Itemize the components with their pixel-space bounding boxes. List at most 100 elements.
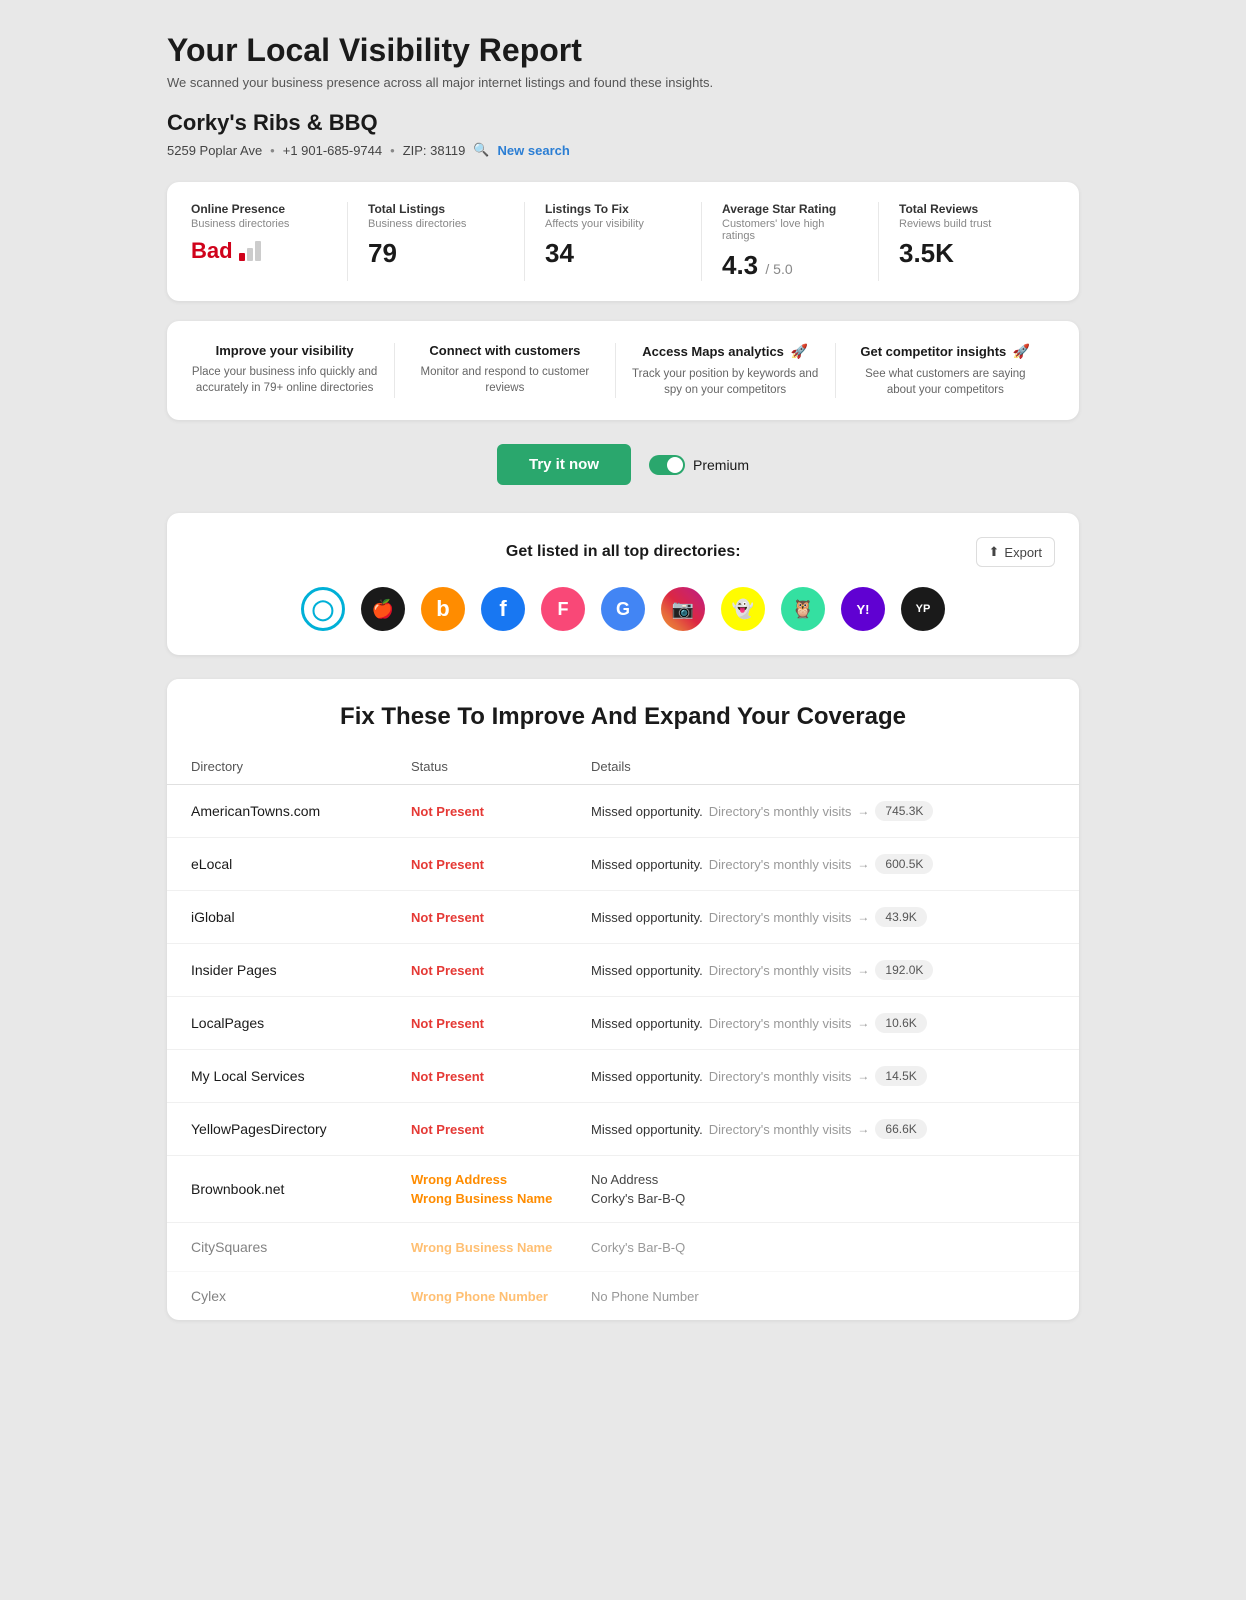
stat-value-listings: 79 <box>368 238 504 269</box>
stat-value-fix: 34 <box>545 238 681 269</box>
try-now-button[interactable]: Try it now <box>497 444 631 485</box>
table-row: CitySquaresWrong Business NameCorky's Ba… <box>167 1223 1079 1272</box>
detail-cell: Missed opportunity.Directory's monthly v… <box>591 1066 1055 1086</box>
visits-label: Directory's monthly visits <box>709 1122 852 1137</box>
stat-sublabel-fix: Affects your visibility <box>545 218 681 230</box>
arrow-icon: → <box>857 804 869 818</box>
stat-online-presence: Online Presence Business directories Bad <box>191 202 348 281</box>
dir-name: LocalPages <box>191 1015 411 1031</box>
stat-value-reviews: 3.5K <box>899 238 1035 269</box>
visits-badge: 43.9K <box>875 907 926 927</box>
stat-sublabel-rating: Customers' love high ratings <box>722 218 858 242</box>
dir-name: CitySquares <box>191 1239 411 1255</box>
export-button[interactable]: ⬆ Export <box>976 537 1055 567</box>
feature-customers: Connect with customers Monitor and respo… <box>395 343 615 398</box>
dot-separator-2: • <box>390 143 395 158</box>
table-row: Insider PagesNot PresentMissed opportuni… <box>167 944 1079 997</box>
dir-icon-yahoo[interactable]: Y! <box>841 587 885 631</box>
missed-label: Missed opportunity. <box>591 804 703 819</box>
status-badge: Not Present <box>411 910 591 925</box>
dir-icon-instagram[interactable]: 📷 <box>661 587 705 631</box>
directory-icons-list: ◯ 🍎 b f F G 📷 👻 🦉 Y! YP <box>191 587 1055 631</box>
visits-label: Directory's monthly visits <box>709 1016 852 1031</box>
premium-toggle-switch[interactable] <box>649 455 685 475</box>
missed-label: Missed opportunity. <box>591 1069 703 1084</box>
detail-value: Corky's Bar-B-Q <box>591 1240 1055 1255</box>
rocket-icon-1: 🚀 <box>791 343 808 359</box>
detail-value: No Address <box>591 1172 1055 1187</box>
page-title: Your Local Visibility Report <box>167 32 1079 69</box>
detail-value: Corky's Bar-B-Q <box>591 1191 1055 1206</box>
feature-desc-maps: Track your position by keywords and spy … <box>632 366 819 398</box>
missed-label: Missed opportunity. <box>591 857 703 872</box>
arrow-icon: → <box>857 857 869 871</box>
visits-label: Directory's monthly visits <box>709 857 852 872</box>
arrow-icon: → <box>857 1016 869 1030</box>
fix-title: Fix These To Improve And Expand Your Cov… <box>191 703 1055 731</box>
status-badge: Wrong Address <box>411 1172 591 1187</box>
new-search-link[interactable]: New search <box>498 143 570 158</box>
stat-label-presence: Online Presence <box>191 202 327 216</box>
status-badge: Not Present <box>411 804 591 819</box>
stat-label-fix: Listings To Fix <box>545 202 681 216</box>
visits-badge: 10.6K <box>875 1013 926 1033</box>
stat-star-rating: Average Star Rating Customers' love high… <box>702 202 879 281</box>
dir-name: Cylex <box>191 1288 411 1304</box>
dir-icon-facebook[interactable]: f <box>481 587 525 631</box>
bar-3 <box>255 241 261 261</box>
dir-name: iGlobal <box>191 909 411 925</box>
stat-sublabel-listings: Business directories <box>368 218 504 230</box>
missed-label: Missed opportunity. <box>591 1122 703 1137</box>
visits-label: Directory's monthly visits <box>709 804 852 819</box>
dir-name: AmericanTowns.com <box>191 803 411 819</box>
business-name: Corky's Ribs & BBQ <box>167 110 1079 136</box>
visits-badge: 192.0K <box>875 960 933 980</box>
business-zip: ZIP: 38119 <box>403 143 466 158</box>
dir-icon-apple[interactable]: 🍎 <box>361 587 405 631</box>
visits-badge: 600.5K <box>875 854 933 874</box>
stat-sublabel-presence: Business directories <box>191 218 327 230</box>
dir-icon-alexa[interactable]: ◯ <box>301 587 345 631</box>
rocket-icon-2: 🚀 <box>1013 343 1030 359</box>
stat-total-reviews: Total Reviews Reviews build trust 3.5K <box>879 202 1055 281</box>
dir-icon-tripadvisor[interactable]: 🦉 <box>781 587 825 631</box>
dir-icon-foursquare[interactable]: F <box>541 587 585 631</box>
dir-icon-google[interactable]: G <box>601 587 645 631</box>
col-header-details: Details <box>591 759 1055 774</box>
toggle-knob <box>667 457 683 473</box>
table-row: Brownbook.netWrong AddressWrong Business… <box>167 1156 1079 1223</box>
feature-desc-customers: Monitor and respond to customer reviews <box>411 364 598 396</box>
premium-toggle[interactable]: Premium <box>649 455 749 475</box>
detail-cell: Missed opportunity. Directory's monthly v… <box>591 801 1055 821</box>
table-header-row: Directory Status Details <box>167 749 1079 785</box>
detail-cell: Missed opportunity.Directory's monthly v… <box>591 960 1055 980</box>
status-badge: Not Present <box>411 963 591 978</box>
visits-label: Directory's monthly visits <box>709 963 852 978</box>
feature-visibility: Improve your visibility Place your busin… <box>191 343 395 398</box>
dir-icon-yellowpages[interactable]: YP <box>901 587 945 631</box>
feature-title-customers: Connect with customers <box>411 343 598 358</box>
table-row: iGlobalNot PresentMissed opportunity. Dir… <box>167 891 1079 944</box>
missed-label: Missed opportunity. <box>591 910 703 925</box>
upload-icon: ⬆ <box>989 544 1000 560</box>
dir-name: Brownbook.net <box>191 1181 411 1197</box>
bar-1 <box>239 253 245 261</box>
status-badge: Wrong Phone Number <box>411 1289 591 1304</box>
status-cell: Wrong Business Name <box>411 1240 591 1255</box>
detail-cell: Missed opportunity. Directory's monthly v… <box>591 854 1055 874</box>
dir-icon-bing[interactable]: b <box>421 587 465 631</box>
fix-section-header: Fix These To Improve And Expand Your Cov… <box>167 679 1079 749</box>
stat-label-reviews: Total Reviews <box>899 202 1035 216</box>
detail-cell: Missed opportunity. Directory's monthly v… <box>591 907 1055 927</box>
visits-label: Directory's monthly visits <box>709 910 852 925</box>
status-badge: Not Present <box>411 1122 591 1137</box>
stats-card: Online Presence Business directories Bad… <box>167 182 1079 301</box>
feature-title-visibility: Improve your visibility <box>191 343 378 358</box>
visits-badge: 66.6K <box>875 1119 926 1139</box>
col-header-status: Status <box>411 759 591 774</box>
status-badge: Not Present <box>411 1016 591 1031</box>
dir-icon-snapchat[interactable]: 👻 <box>721 587 765 631</box>
stat-total-listings: Total Listings Business directories 79 <box>348 202 525 281</box>
status-badge: Wrong Business Name <box>411 1240 591 1255</box>
stat-label-rating: Average Star Rating <box>722 202 858 216</box>
